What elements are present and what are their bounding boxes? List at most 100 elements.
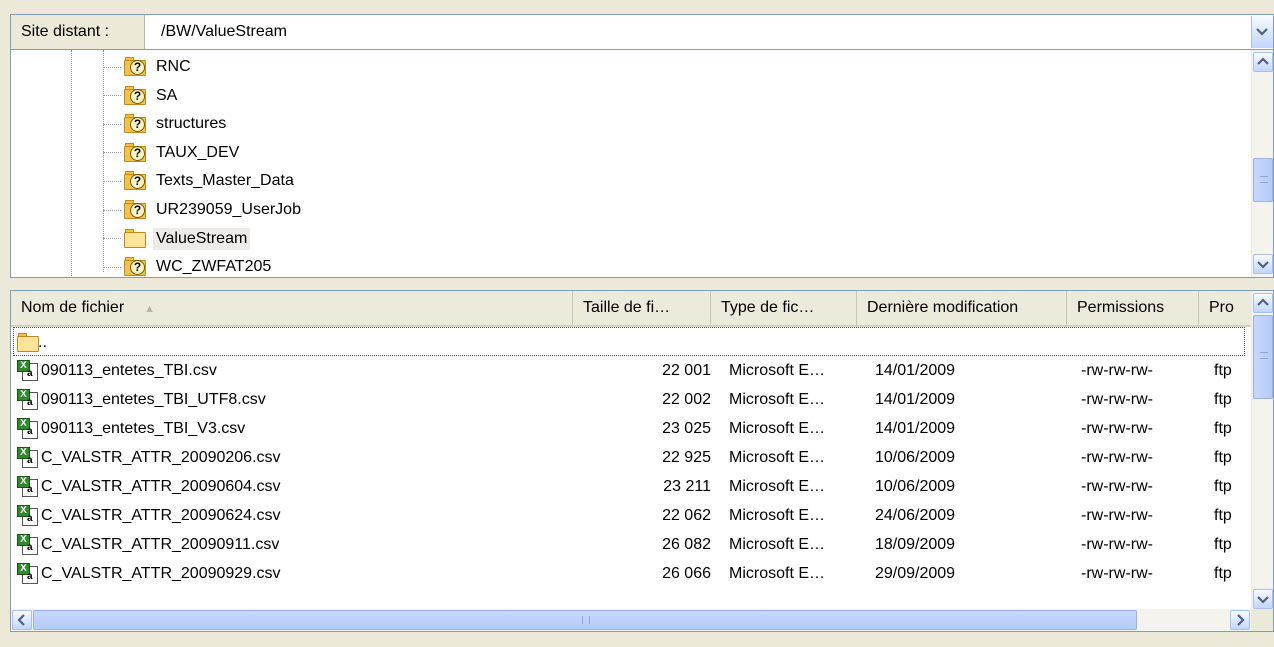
- tree-folder-item[interactable]: ? Texts_Master_Data: [103, 167, 297, 195]
- remote-site-path-input[interactable]: /BW/ValueStream: [151, 15, 287, 49]
- file-permissions: -rw-rw-rw-: [1081, 507, 1153, 524]
- file-row[interactable]: Xa C_VALSTR_ATTR_20090929.csv 26 066 Micros…: [11, 559, 1253, 588]
- scroll-thumb[interactable]: [1253, 315, 1273, 399]
- file-a-mark: a: [27, 367, 33, 379]
- remote-site-bar: Site distant : /BW/ValueStream: [10, 14, 1274, 50]
- file-type: Microsoft E…: [729, 565, 826, 582]
- excel-csv-file-icon: Xa: [17, 475, 39, 498]
- parent-directory-row[interactable]: ..: [13, 327, 1245, 356]
- file-size: 26 066: [662, 565, 711, 582]
- folder-unknown-icon: ?: [123, 114, 147, 134]
- tree-folder-label: structures: [156, 115, 227, 133]
- scroll-down-button[interactable]: [1253, 254, 1273, 274]
- tree-folder-label: UR239059_UserJob: [156, 201, 301, 218]
- file-permissions: -rw-rw-rw-: [1081, 362, 1153, 379]
- file-name-cell: Xa C_VALSTR_ATTR_20090604.csv: [17, 472, 281, 501]
- file-row[interactable]: Xa 090113_entetes_TBI_UTF8.csv 22 002 Micro…: [11, 385, 1253, 414]
- file-list-horizontal-scrollbar[interactable]: [11, 609, 1253, 631]
- file-name: 090113_entetes_TBI_V3.csv: [41, 420, 246, 437]
- file-size: 23 025: [662, 420, 711, 437]
- file-row[interactable]: Xa C_VALSTR_ATTR_20090206.csv 22 925 Micros…: [11, 443, 1253, 472]
- parent-directory-label: ..: [38, 334, 47, 351]
- file-a-mark: a: [27, 425, 33, 437]
- scroll-right-button[interactable]: [1230, 610, 1250, 630]
- tree-folder-item[interactable]: ? SA: [103, 82, 180, 110]
- tree-branch-line: [103, 266, 121, 268]
- column-header-type[interactable]: Type de fic…: [711, 291, 857, 325]
- file-name-cell: Xa C_VALSTR_ATTR_20090911.csv: [17, 530, 279, 559]
- folder-open-icon: [123, 228, 147, 249]
- tree-folder-item[interactable]: ? UR239059_UserJob: [103, 196, 304, 224]
- file-name-cell: Xa 090113_entetes_TBI.csv: [17, 356, 217, 385]
- file-list-vertical-scrollbar[interactable]: [1251, 291, 1273, 611]
- remote-site-dropdown-button[interactable]: [1251, 16, 1273, 48]
- tree-folder-item[interactable]: ? TAUX_DEV: [103, 139, 242, 167]
- column-header-size[interactable]: Taille de fi…: [573, 291, 711, 325]
- folder-unknown-icon: ?: [123, 257, 147, 277]
- column-header-permissions[interactable]: Permissions: [1067, 291, 1199, 325]
- file-owner: ftp: [1214, 536, 1232, 553]
- scroll-left-button[interactable]: [12, 610, 32, 630]
- tree-branch-line: [103, 238, 121, 240]
- remote-directory-tree[interactable]: ? RNC? SA? structures? TAUX_DEV? Texts_Master…: [10, 50, 1274, 278]
- file-row[interactable]: Xa 090113_entetes_TBI.csv 22 001 Microsoft …: [11, 356, 1253, 385]
- file-type: Microsoft E…: [729, 420, 826, 437]
- tree-folder-item[interactable]: ValueStream: [103, 225, 251, 253]
- scroll-up-button[interactable]: [1253, 52, 1273, 72]
- scroll-up-button[interactable]: [1253, 293, 1273, 313]
- scroll-grip-icon: [582, 616, 590, 624]
- file-permissions: -rw-rw-rw-: [1081, 420, 1153, 437]
- tree-folder-item[interactable]: ? structures: [103, 110, 229, 138]
- file-permissions: -rw-rw-rw-: [1081, 478, 1153, 495]
- file-name: C_VALSTR_ATTR_20090911.csv: [41, 536, 280, 553]
- tree-branch-line: [103, 95, 121, 97]
- remote-file-list[interactable]: Nom de fichier ▲ Taille de fi… Type de fi…: [10, 290, 1274, 632]
- file-size: 26 082: [662, 536, 711, 553]
- chevron-down-icon: [1257, 261, 1269, 269]
- tree-folder-label: SA: [156, 86, 178, 104]
- file-owner: ftp: [1214, 449, 1232, 466]
- tree-branch-line: [103, 180, 121, 182]
- tree-folder-label: RNC: [156, 58, 191, 75]
- file-row[interactable]: Xa 090113_entetes_TBI_V3.csv 23 025 Microso…: [11, 414, 1253, 443]
- file-owner: ftp: [1214, 478, 1232, 495]
- folder-unknown-icon: ?: [123, 171, 147, 191]
- file-type: Microsoft E…: [729, 507, 826, 524]
- folder-unknown-icon: ?: [123, 57, 147, 77]
- tree-folder-item[interactable]: ? WC_ZWFAT205: [103, 253, 274, 277]
- file-modified: 14/01/2009: [875, 391, 956, 408]
- file-owner: ftp: [1214, 362, 1232, 379]
- excel-csv-file-icon: Xa: [17, 504, 39, 527]
- column-header-owner[interactable]: Pro: [1199, 291, 1253, 325]
- file-size: 22 062: [662, 507, 711, 524]
- tree-folder-label: Texts_Master_Data: [156, 172, 294, 190]
- question-mark-icon: ?: [130, 145, 145, 161]
- file-name-cell: Xa 090113_entetes_TBI_V3.csv: [17, 414, 245, 443]
- file-name: 090113_entetes_TBI.csv: [41, 362, 217, 379]
- scroll-thumb[interactable]: [33, 610, 1137, 630]
- scroll-thumb[interactable]: [1253, 158, 1273, 202]
- file-type: Microsoft E…: [729, 536, 826, 553]
- file-name: C_VALSTR_ATTR_20090206.csv: [41, 449, 281, 466]
- parent-directory-cell: ..: [16, 328, 47, 357]
- file-row[interactable]: Xa C_VALSTR_ATTR_20090604.csv 23 211 Micros…: [11, 472, 1253, 501]
- file-modified: 18/09/2009: [875, 536, 956, 553]
- file-modified: 10/06/2009: [875, 449, 956, 466]
- tree-vertical-scrollbar[interactable]: [1251, 50, 1273, 277]
- column-header-name[interactable]: Nom de fichier ▲: [11, 291, 573, 325]
- file-permissions: -rw-rw-rw-: [1081, 565, 1153, 582]
- file-name-cell: Xa C_VALSTR_ATTR_20090929.csv: [17, 559, 281, 588]
- file-row[interactable]: Xa C_VALSTR_ATTR_20090911.csv 26 082 Micros…: [11, 530, 1253, 559]
- scroll-down-button[interactable]: [1253, 589, 1273, 609]
- file-size: 23 211: [663, 478, 711, 495]
- column-header-modified[interactable]: Dernière modification: [857, 291, 1067, 325]
- tree-branch-line: [103, 123, 121, 125]
- file-row[interactable]: Xa C_VALSTR_ATTR_20090624.csv 22 062 Micros…: [11, 501, 1253, 530]
- file-modified: 29/09/2009: [875, 565, 956, 582]
- chevron-down-icon: [1257, 596, 1269, 604]
- file-modified: 14/01/2009: [875, 362, 956, 379]
- tree-folder-item[interactable]: ? RNC: [103, 53, 194, 81]
- tree-folder-label: TAUX_DEV: [156, 143, 240, 161]
- excel-csv-file-icon: Xa: [17, 446, 39, 469]
- sort-ascending-icon: ▲: [144, 303, 156, 315]
